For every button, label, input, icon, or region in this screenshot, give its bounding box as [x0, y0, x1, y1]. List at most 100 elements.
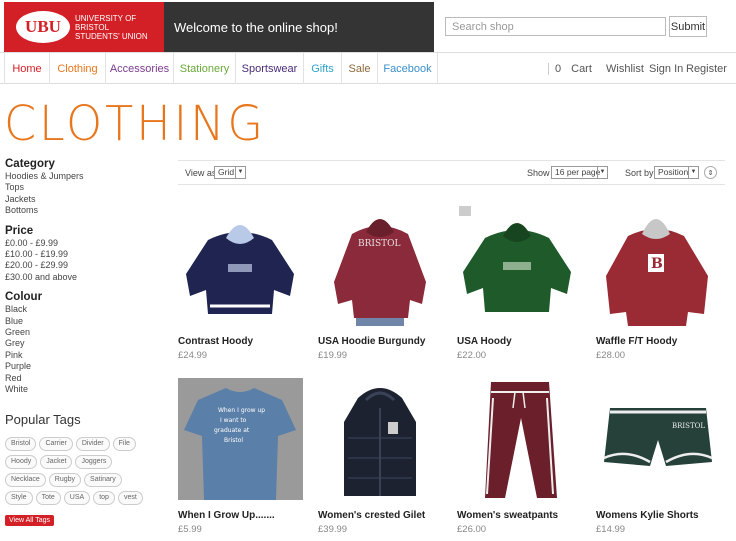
product-price: £19.99 [318, 350, 348, 361]
colour-link[interactable]: White [5, 384, 165, 395]
product-name[interactable]: Women's sweatpants [457, 510, 587, 521]
product-card[interactable]: Contrast Hoody £24.99 [178, 204, 308, 361]
nav-stationery[interactable]: Stationery [174, 53, 236, 84]
nav-home[interactable]: Home [4, 53, 50, 84]
price-link[interactable]: £20.00 - £29.99 [5, 260, 165, 271]
nav-sale[interactable]: Sale [342, 53, 378, 84]
product-name[interactable]: Women's crested Gilet [318, 510, 448, 521]
logo-mark: UBU [16, 11, 70, 43]
nav-label: Home [12, 62, 42, 75]
svg-text:BRISTOL: BRISTOL [358, 239, 400, 249]
price-link[interactable]: £10.00 - £19.99 [5, 249, 165, 260]
view-mode-select[interactable]: Grid ▼ [214, 166, 246, 179]
nav-label: Gifts [311, 62, 334, 75]
tag[interactable]: Rugby [48, 472, 82, 487]
tag[interactable]: Necklace [5, 472, 46, 487]
product-card[interactable]: Women's crested Gilet £39.99 [318, 378, 448, 535]
product-card[interactable]: Women's sweatpants £26.00 [457, 378, 587, 535]
sort-select[interactable]: Position ▼ [654, 166, 699, 179]
category-link[interactable]: Bottoms [5, 205, 165, 216]
category-heading: Category [5, 158, 55, 170]
search-submit-button[interactable]: Submit [669, 16, 707, 37]
view-mode-value: Grid [218, 167, 235, 177]
tag[interactable]: Jacket [40, 454, 73, 469]
tag[interactable]: Joggers [75, 454, 113, 469]
welcome-message: Welcome to the online shop! [164, 2, 434, 52]
sign-in-link[interactable]: Sign In [649, 53, 683, 84]
product-name[interactable]: When I Grow Up....... [178, 510, 308, 521]
register-link[interactable]: Register [686, 53, 727, 84]
tag[interactable]: File [112, 436, 136, 451]
tag[interactable]: top [93, 490, 115, 505]
category-link[interactable]: Tops [5, 182, 165, 193]
view-as-label: View as [185, 168, 217, 178]
price-link[interactable]: £0.00 - £9.99 [5, 238, 165, 249]
product-price: £26.00 [457, 524, 487, 535]
register-label: Register [686, 62, 727, 75]
colour-link[interactable]: Purple [5, 361, 165, 372]
nav-label: Stationery [179, 62, 230, 75]
product-name[interactable]: USA Hoodie Burgundy [318, 336, 448, 347]
colour-link[interactable]: Green [5, 327, 165, 338]
svg-text:I want to: I want to [220, 417, 247, 424]
product-price: £22.00 [457, 350, 487, 361]
cart-link[interactable]: 0 Cart [548, 53, 592, 84]
sort-direction-icon[interactable]: ⇕ [704, 166, 717, 179]
page-title-text: CLOTHING [4, 96, 266, 148]
price-link[interactable]: £30.00 and above [5, 272, 165, 283]
cart-count: 0 [548, 62, 561, 75]
product-card[interactable]: USA Hoody £22.00 [457, 204, 587, 361]
svg-text:Bristol: Bristol [224, 437, 243, 444]
nav-clothing[interactable]: Clothing [50, 53, 106, 84]
nav-label: Sale [348, 62, 371, 75]
tag[interactable]: Divider [75, 436, 110, 451]
nav-label: Clothing [57, 62, 98, 75]
tag[interactable]: Tote [35, 490, 61, 505]
tag[interactable]: Carrier [39, 436, 73, 451]
search-input[interactable] [445, 17, 666, 36]
product-name[interactable]: Contrast Hoody [178, 336, 308, 347]
colour-link[interactable]: Blue [5, 316, 165, 327]
tag[interactable]: Satinary [84, 472, 122, 487]
colour-heading: Colour [5, 291, 43, 304]
colour-link[interactable]: Pink [5, 350, 165, 361]
nav-accessories[interactable]: Accessories [106, 53, 174, 84]
product-price: £14.99 [596, 524, 626, 535]
per-page-value: 16 per page [555, 167, 601, 177]
tag[interactable]: Style [5, 490, 33, 505]
nav-label: Facebook [383, 62, 432, 75]
tag[interactable]: Bristol [5, 436, 37, 451]
product-card[interactable]: B Waffle F/T Hoody £28.00 [596, 204, 726, 361]
product-name[interactable]: Waffle F/T Hoody [596, 336, 726, 347]
nav-sportswear[interactable]: Sportswear [236, 53, 304, 84]
product-price: £28.00 [596, 350, 626, 361]
product-name[interactable]: Womens Kylie Shorts [596, 510, 726, 521]
colour-link[interactable]: Black [5, 304, 165, 315]
main-nav: Home Clothing Accessories Stationery Spo… [0, 53, 736, 84]
svg-text:graduate at: graduate at [214, 427, 250, 434]
colour-filter: Colour Black Blue Green Grey Pink Purple… [5, 291, 165, 395]
colour-link[interactable]: Red [5, 373, 165, 384]
tag[interactable]: Hoody [5, 454, 38, 469]
nav-label: Accessories [109, 62, 170, 75]
product-card[interactable]: When I grow up I want to graduate at Bri… [178, 378, 308, 535]
category-link[interactable]: Hoodies & Jumpers [5, 171, 165, 182]
view-all-tags-button[interactable]: View All Tags [5, 514, 54, 526]
show-label: Show [527, 168, 550, 178]
colour-link[interactable]: Grey [5, 338, 165, 349]
nav-facebook[interactable]: Facebook [378, 53, 438, 84]
product-card[interactable]: BRISTOL Womens Kylie Shorts £14.99 [596, 378, 726, 535]
per-page-select[interactable]: 16 per page ▼ [551, 166, 608, 179]
nav-gifts[interactable]: Gifts [304, 53, 342, 84]
product-card[interactable]: BRISTOL USA Hoodie Burgundy £19.99 [318, 204, 448, 361]
cart-label: Cart [571, 62, 592, 75]
logo[interactable]: UBU UNIVERSITY OF BRISTOL STUDENTS' UNIO… [4, 2, 164, 52]
tag[interactable]: USA [63, 490, 91, 505]
tag[interactable]: vest [117, 490, 143, 505]
category-link[interactable]: Jackets [5, 194, 165, 205]
nav-label: Sportswear [241, 62, 298, 75]
wishlist-link[interactable]: Wishlist [606, 53, 644, 84]
green-shorts-image: BRISTOL [596, 378, 721, 500]
product-name[interactable]: USA Hoody [457, 336, 587, 347]
sort-label: Sort by [625, 168, 654, 178]
